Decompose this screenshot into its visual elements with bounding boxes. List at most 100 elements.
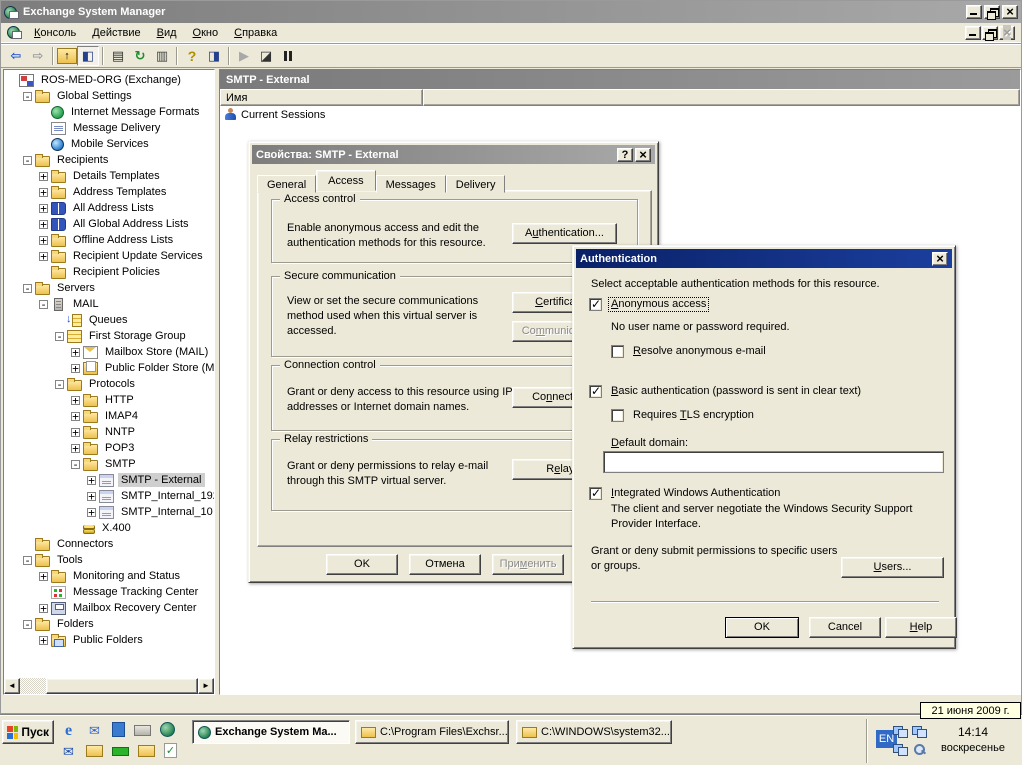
- auth-help-button[interactable]: Help: [885, 617, 957, 638]
- tree-item-label[interactable]: IMAP4: [102, 409, 141, 423]
- tree-item-label[interactable]: Global Settings: [54, 89, 135, 103]
- auth-dialog-titlebar[interactable]: Authentication: [576, 249, 952, 268]
- start-service-icon[interactable]: ▶: [233, 46, 255, 66]
- mdi-restore-button[interactable]: [982, 25, 998, 41]
- refresh-icon[interactable]: ↻: [129, 46, 151, 66]
- tab[interactable]: Messages: [375, 175, 446, 193]
- tree-item[interactable]: Recipient Update Services: [4, 248, 214, 264]
- default-domain-input[interactable]: [603, 451, 944, 473]
- anonymous-access-label[interactable]: Anonymous access: [607, 297, 710, 312]
- tree-item[interactable]: Mailbox Store (MAIL): [4, 344, 214, 360]
- tree-item-label[interactable]: Recipient Update Services: [70, 249, 206, 263]
- list-item-label[interactable]: Current Sessions: [241, 109, 325, 121]
- separator[interactable]: [102, 46, 104, 65]
- tree-item[interactable]: MAIL: [4, 296, 214, 312]
- tree-item[interactable]: SMTP - External: [4, 472, 214, 488]
- tree-item-label[interactable]: Connectors: [54, 537, 116, 551]
- tree-item[interactable]: Tools: [4, 552, 214, 568]
- tree-item[interactable]: Recipients: [4, 152, 214, 168]
- tree-item[interactable]: IMAP4: [4, 408, 214, 424]
- tree-item[interactable]: Global Settings: [4, 88, 214, 104]
- authentication-button[interactable]: Authentication...: [512, 223, 617, 244]
- window-titlebar[interactable]: Exchange System Manager: [1, 1, 1021, 23]
- minimize-button[interactable]: [966, 5, 982, 19]
- menu-item[interactable]: Справка: [226, 24, 285, 42]
- menu-item[interactable]: Действие: [84, 24, 148, 42]
- tree-item-label[interactable]: NNTP: [102, 425, 138, 439]
- stop-service-icon[interactable]: ◪: [255, 46, 277, 66]
- expander-icon[interactable]: [39, 603, 48, 614]
- tree-item-label[interactable]: Address Templates: [70, 185, 169, 199]
- tree-item-label[interactable]: Servers: [54, 281, 98, 295]
- expander-icon[interactable]: [23, 555, 32, 566]
- start-button[interactable]: Пуск: [2, 720, 54, 744]
- properties-dialog-titlebar[interactable]: Свойства: SMTP - External ?: [252, 145, 655, 164]
- pause-service-icon[interactable]: [277, 46, 299, 66]
- mdi-minimize-button[interactable]: [965, 25, 981, 40]
- show-window-icon[interactable]: ◨: [203, 46, 225, 66]
- column-header-empty[interactable]: [423, 89, 1020, 106]
- menu-item[interactable]: Консоль: [26, 24, 84, 42]
- expander-icon[interactable]: [87, 507, 96, 518]
- tree-item[interactable]: Mobile Services: [4, 136, 214, 152]
- tree-item-label[interactable]: Monitoring and Status: [70, 569, 183, 583]
- network-status-icon[interactable]: [893, 725, 908, 738]
- tree-item[interactable]: Offline Address Lists: [4, 232, 214, 248]
- tree-item-label[interactable]: Tools: [54, 553, 86, 567]
- tree-item[interactable]: Mailbox Recovery Center: [4, 600, 214, 616]
- basic-authentication-checkbox[interactable]: [589, 384, 602, 398]
- up-one-level-icon[interactable]: [57, 47, 77, 64]
- expander-icon[interactable]: [87, 491, 96, 502]
- expander-icon[interactable]: [39, 635, 48, 646]
- scroll-left-icon[interactable]: ◄: [4, 678, 20, 694]
- expander-icon[interactable]: [71, 347, 80, 358]
- expander-icon[interactable]: [71, 411, 80, 422]
- auth-close-icon[interactable]: [932, 251, 948, 266]
- integrated-windows-auth-checkbox[interactable]: [589, 486, 602, 500]
- outlook-express-icon[interactable]: ✉: [86, 722, 103, 739]
- export-list-icon[interactable]: ▥: [151, 46, 173, 66]
- tree-item[interactable]: Message Delivery: [4, 120, 214, 136]
- expander-icon[interactable]: [39, 235, 48, 246]
- help-icon[interactable]: ?: [181, 46, 203, 66]
- expander-icon[interactable]: [71, 427, 80, 438]
- expander-icon[interactable]: [39, 251, 48, 262]
- properties-close-icon[interactable]: [635, 147, 651, 162]
- tree-item[interactable]: SMTP: [4, 456, 214, 472]
- mdi-close-button[interactable]: [999, 25, 1015, 40]
- tree-item[interactable]: Internet Message Formats: [4, 104, 214, 120]
- separator[interactable]: [228, 46, 230, 65]
- expander-icon[interactable]: [55, 379, 64, 390]
- tree-item-label[interactable]: ROS-MED-ORG (Exchange): [38, 73, 184, 87]
- tree-item-label[interactable]: Mobile Services: [68, 137, 152, 151]
- tree-item[interactable]: Protocols: [4, 376, 214, 392]
- expander-icon[interactable]: [39, 299, 48, 310]
- anonymous-access-checkbox[interactable]: [589, 297, 602, 311]
- tree-item-label[interactable]: SMTP_Internal_192: [118, 489, 214, 503]
- integrated-windows-auth-label[interactable]: Integrated Windows Authentication: [609, 487, 782, 500]
- tree-item-label[interactable]: Recipients: [54, 153, 111, 167]
- tree-item[interactable]: SMTP_Internal_10: [4, 504, 214, 520]
- tree-item-label[interactable]: All Global Address Lists: [70, 217, 192, 231]
- tree-item-label[interactable]: SMTP - External: [118, 473, 205, 487]
- tree-item-label[interactable]: SMTP_Internal_10: [118, 505, 214, 519]
- tree-item-label[interactable]: SMTP: [102, 457, 139, 471]
- ok-button[interactable]: OK: [326, 554, 398, 575]
- close-button[interactable]: [1002, 5, 1018, 19]
- resolve-anonymous-checkbox[interactable]: [611, 345, 624, 358]
- tree-item[interactable]: Folders: [4, 616, 214, 632]
- tree-item-label[interactable]: HTTP: [102, 393, 137, 407]
- send-mail-icon[interactable]: ✉: [60, 743, 77, 760]
- tree-item-label[interactable]: Public Folders: [70, 633, 146, 647]
- internet-explorer-icon[interactable]: e: [60, 722, 77, 739]
- tree-item-label[interactable]: Recipient Policies: [70, 265, 163, 279]
- address-book-icon[interactable]: [112, 722, 125, 737]
- tree-item-label[interactable]: Public Folder Store (MAIL): [102, 361, 214, 375]
- tree-item[interactable]: Servers: [4, 280, 214, 296]
- scroll-right-icon[interactable]: ►: [198, 678, 214, 694]
- basic-authentication-label[interactable]: Basic authentication (password is sent i…: [609, 385, 863, 398]
- folder-icon[interactable]: [138, 745, 155, 757]
- tree-horizontal-scrollbar[interactable]: ◄ ►: [4, 678, 214, 694]
- tree-item-label[interactable]: X.400: [99, 521, 134, 535]
- tree-item-label[interactable]: MAIL: [70, 297, 102, 311]
